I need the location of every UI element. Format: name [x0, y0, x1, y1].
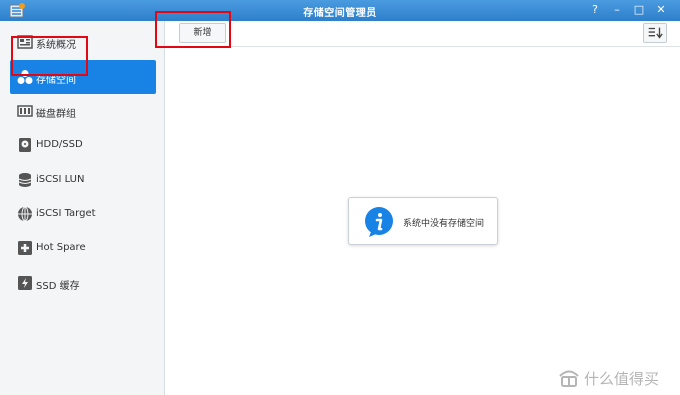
sidebar-item-label: SSD 缓存: [36, 281, 80, 292]
sidebar: 系统概况 存储空间 磁盘群组 HDD/SSD iSCSI LUN iSCSI T…: [0, 21, 165, 395]
sort-button[interactable]: [643, 23, 667, 43]
window-title: 存储空间管理员: [303, 8, 377, 19]
highlight-box: [11, 36, 88, 76]
empty-state-message: 系统中没有存储空间: [348, 197, 498, 245]
hot-spare-icon: [18, 241, 32, 255]
info-icon: [365, 207, 393, 237]
disk-group-icon: [17, 105, 33, 117]
sidebar-item-ssd-cache[interactable]: SSD 缓存: [10, 266, 156, 300]
highlight-box: [155, 11, 231, 48]
hdd-icon: [19, 138, 31, 152]
toolbar: 新增: [166, 21, 680, 47]
window-titlebar: 存储空间管理员 ? – □ ✕: [0, 0, 680, 21]
sidebar-item-iscsi-lun[interactable]: iSCSI LUN: [10, 163, 156, 197]
sidebar-item-iscsi-target[interactable]: iSCSI Target: [10, 197, 156, 231]
sidebar-item-hot-spare[interactable]: Hot Spare: [10, 231, 156, 265]
empty-state-text: 系统中没有存储空间: [403, 219, 485, 229]
sidebar-item-disk-group[interactable]: 磁盘群组: [10, 94, 156, 128]
main-content: 系统中没有存储空间: [166, 48, 680, 395]
sidebar-item-label: HDD/SSD: [36, 139, 83, 150]
sidebar-item-label: iSCSI Target: [36, 208, 96, 219]
watermark-text: 什么值得买: [584, 370, 660, 388]
watermark-logo: [559, 370, 579, 387]
close-button[interactable]: ✕: [653, 2, 669, 18]
watermark: 什么值得买: [557, 367, 675, 389]
minimize-button[interactable]: –: [609, 2, 625, 18]
ssd-cache-icon: [18, 276, 32, 290]
sidebar-item-label: 磁盘群组: [36, 109, 76, 120]
sidebar-item-label: Hot Spare: [36, 242, 86, 253]
iscsi-lun-icon: [18, 173, 32, 187]
help-button[interactable]: ?: [587, 2, 603, 18]
sidebar-item-hdd-ssd[interactable]: HDD/SSD: [10, 128, 156, 162]
maximize-button[interactable]: □: [631, 2, 647, 18]
iscsi-target-icon: [18, 206, 32, 222]
sort-icon: [648, 27, 663, 39]
sidebar-item-label: iSCSI LUN: [36, 174, 85, 185]
